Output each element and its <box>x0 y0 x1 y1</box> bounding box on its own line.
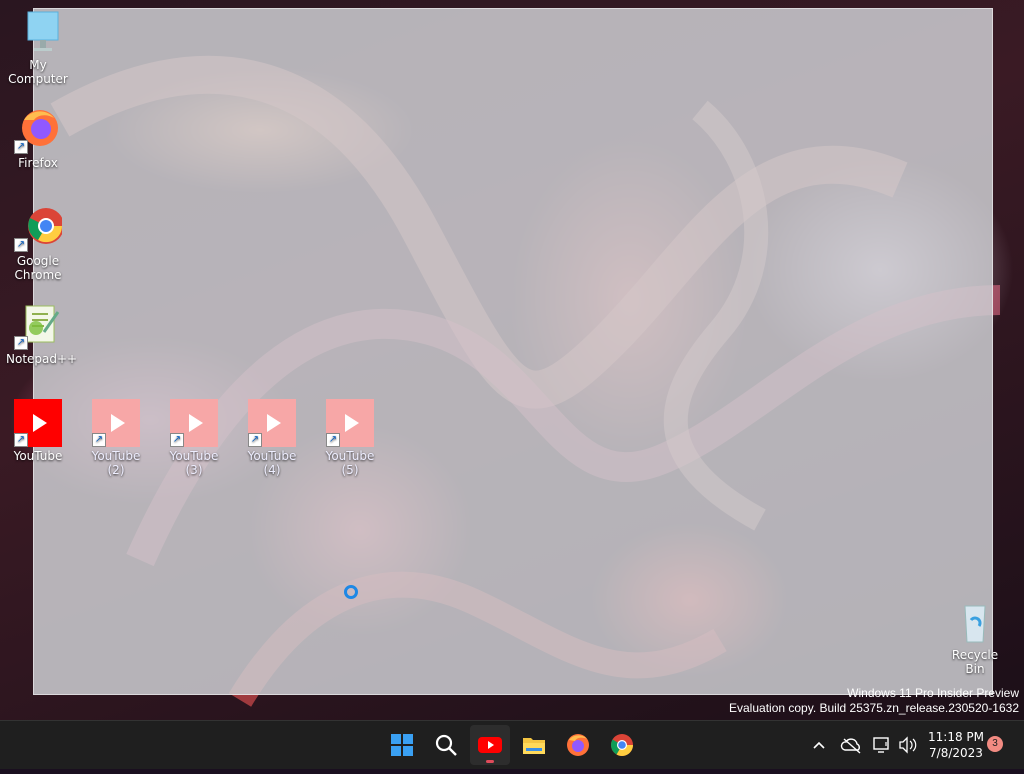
watermark-line-1: Windows 11 Pro Insider Preview <box>847 686 1019 700</box>
youtube-icon: ↗ <box>170 399 218 447</box>
shortcut-arrow-icon: ↗ <box>14 433 28 447</box>
youtube-icon: ↗ <box>92 399 140 447</box>
desktop-icon-recycle-bin[interactable]: Recycle Bin <box>943 598 1007 676</box>
shortcut-arrow-icon: ↗ <box>326 433 340 447</box>
youtube-icon: ↗ <box>14 399 62 447</box>
icon-label: YouTube (4) <box>247 449 297 477</box>
active-indicator <box>486 760 494 763</box>
watermark-line-2: Evaluation copy. Build 25375.zn_release.… <box>729 701 1019 715</box>
monitor-icon <box>14 8 62 56</box>
desktop-icon-youtube-3[interactable]: ↗ YouTube (3) <box>162 399 226 477</box>
icon-label: YouTube (5) <box>325 449 375 477</box>
show-hidden-icons-button[interactable] <box>808 721 830 769</box>
chrome-icon: ↗ <box>14 204 64 252</box>
network-volume-icons <box>873 736 917 754</box>
selection-rectangle <box>33 8 993 695</box>
cloud-off-icon <box>840 738 861 754</box>
icon-label: YouTube (2) <box>91 449 141 477</box>
icon-label: Google Chrome <box>14 254 62 282</box>
icon-label: YouTube (3) <box>169 449 219 477</box>
notification-badge[interactable]: 3 <box>987 736 1003 752</box>
notepadpp-icon: ↗ <box>14 302 62 350</box>
youtube-icon <box>478 737 502 753</box>
recycle-bin-icon <box>951 598 999 646</box>
clock-time: 11:18 PM <box>928 730 984 744</box>
desktop-icon-youtube-4[interactable]: ↗ YouTube (4) <box>240 399 304 477</box>
icon-label: Recycle Bin <box>951 648 999 676</box>
clock-date: 7/8/2023 <box>929 746 983 760</box>
taskbar: 11:18 PM 7/8/2023 <box>0 720 1024 769</box>
taskbar-chrome-button[interactable] <box>602 725 642 765</box>
shortcut-arrow-icon: ↗ <box>170 433 184 447</box>
shortcut-arrow-icon: ↗ <box>14 336 28 350</box>
shortcut-arrow-icon: ↗ <box>248 433 262 447</box>
quick-settings-button[interactable] <box>870 721 920 769</box>
busy-cursor-icon <box>344 585 358 599</box>
start-icon <box>391 734 413 756</box>
icon-label: My Computer <box>8 58 68 86</box>
search-icon <box>435 734 457 756</box>
chrome-icon <box>611 734 633 756</box>
desktop-icon-youtube[interactable]: ↗ YouTube <box>6 399 70 463</box>
desktop-icon-youtube-5[interactable]: ↗ YouTube (5) <box>318 399 382 477</box>
shortcut-arrow-icon: ↗ <box>14 238 28 252</box>
icon-label: YouTube <box>13 449 63 463</box>
start-button[interactable] <box>382 725 422 765</box>
desktop-icon-notepadpp[interactable]: ↗ Notepad++ <box>6 302 78 366</box>
taskbar-firefox-button[interactable] <box>558 725 598 765</box>
desktop-icon-my-computer[interactable]: My Computer <box>6 8 70 86</box>
firefox-icon <box>567 734 589 756</box>
icon-label: Notepad++ <box>6 352 78 366</box>
os-watermark: Windows 11 Pro Insider Preview Evaluatio… <box>729 686 1019 716</box>
taskbar-file-explorer-button[interactable] <box>514 725 554 765</box>
firefox-icon: ↗ <box>14 106 62 154</box>
clock-button[interactable]: 11:18 PM 7/8/2023 <box>922 729 990 761</box>
onedrive-tray-button[interactable] <box>840 721 864 769</box>
chevron-up-icon <box>813 741 825 749</box>
icon-label: Firefox <box>18 156 58 170</box>
taskbar-youtube-button[interactable] <box>470 725 510 765</box>
file-explorer-icon <box>523 738 545 754</box>
desktop-icon-google-chrome[interactable]: ↗ Google Chrome <box>6 204 70 282</box>
desktop-icon-youtube-2[interactable]: ↗ YouTube (2) <box>84 399 148 477</box>
desktop-icon-firefox[interactable]: ↗ Firefox <box>6 106 70 170</box>
youtube-icon: ↗ <box>248 399 296 447</box>
shortcut-arrow-icon: ↗ <box>92 433 106 447</box>
youtube-icon: ↗ <box>326 399 374 447</box>
shortcut-arrow-icon: ↗ <box>14 140 28 154</box>
search-button[interactable] <box>426 725 466 765</box>
